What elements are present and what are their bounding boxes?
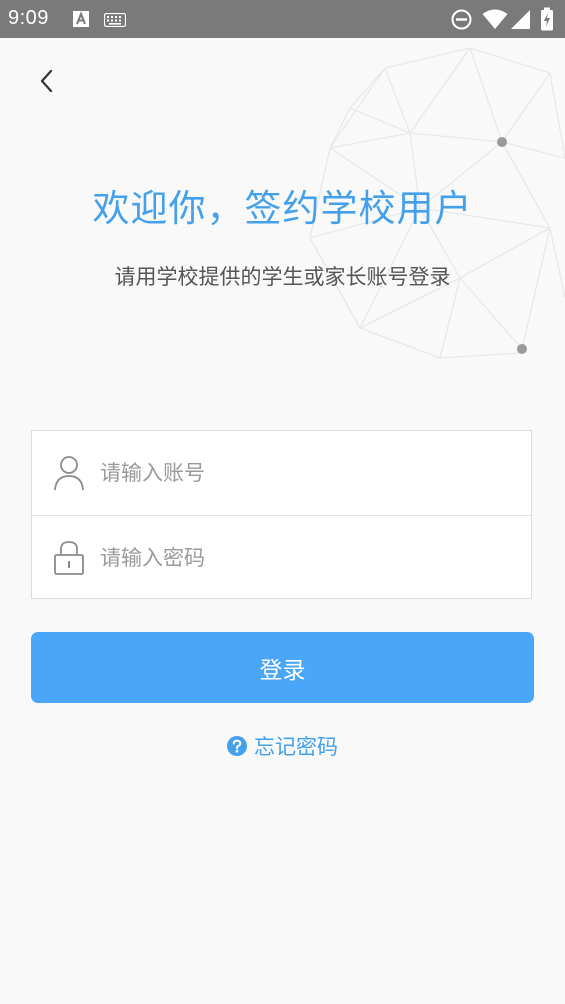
wifi-icon (482, 8, 508, 34)
keyboard-icon (103, 12, 127, 31)
question-circle-icon (227, 736, 247, 756)
do-not-disturb-icon (451, 9, 472, 34)
text-notification-icon (72, 10, 90, 32)
welcome-title: 欢迎你，签约学校用户 (92, 187, 473, 230)
lock-icon (53, 540, 85, 576)
forgot-password-link[interactable]: 忘记密码 (0, 730, 565, 762)
back-button[interactable] (26, 62, 68, 104)
login-button-label: 登录 (259, 657, 306, 684)
account-input[interactable] (100, 451, 500, 495)
status-time: 9:09 (8, 7, 49, 29)
signal-icon (510, 9, 531, 34)
password-input[interactable] (100, 536, 500, 580)
battery-charging-icon (540, 7, 554, 35)
chevron-left-icon (37, 68, 57, 98)
user-icon (53, 455, 85, 491)
password-field-row (32, 516, 531, 600)
account-field-row (32, 431, 531, 516)
status-bar: 9:09 (0, 0, 565, 38)
login-button[interactable]: 登录 (31, 632, 534, 703)
welcome-subtitle: 请用学校提供的学生或家长账号登录 (114, 265, 451, 289)
login-form-card (31, 430, 532, 599)
forgot-password-label: 忘记密码 (254, 735, 338, 759)
